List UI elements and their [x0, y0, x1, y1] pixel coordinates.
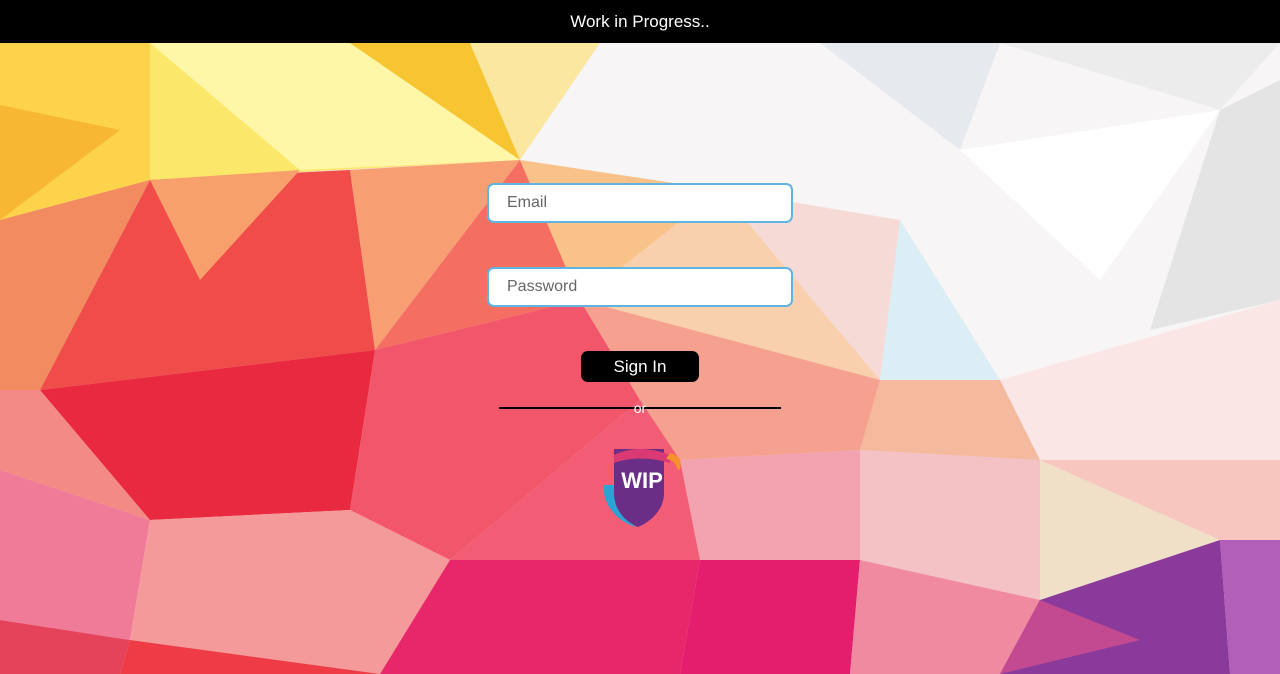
login-page: Work in Progress.. Email Sign In or WIP [0, 0, 1280, 674]
top-bar: Work in Progress.. [0, 0, 1280, 43]
logo-text: WIP [621, 468, 663, 493]
email-input[interactable] [487, 183, 793, 223]
wip-shield-icon[interactable]: WIP [598, 441, 686, 529]
sign-in-button[interactable]: Sign In [581, 351, 699, 382]
or-label: or [633, 400, 647, 416]
login-form: Sign In or WIP [0, 0, 1280, 674]
password-input[interactable] [487, 267, 793, 307]
page-title: Work in Progress.. [570, 11, 710, 31]
